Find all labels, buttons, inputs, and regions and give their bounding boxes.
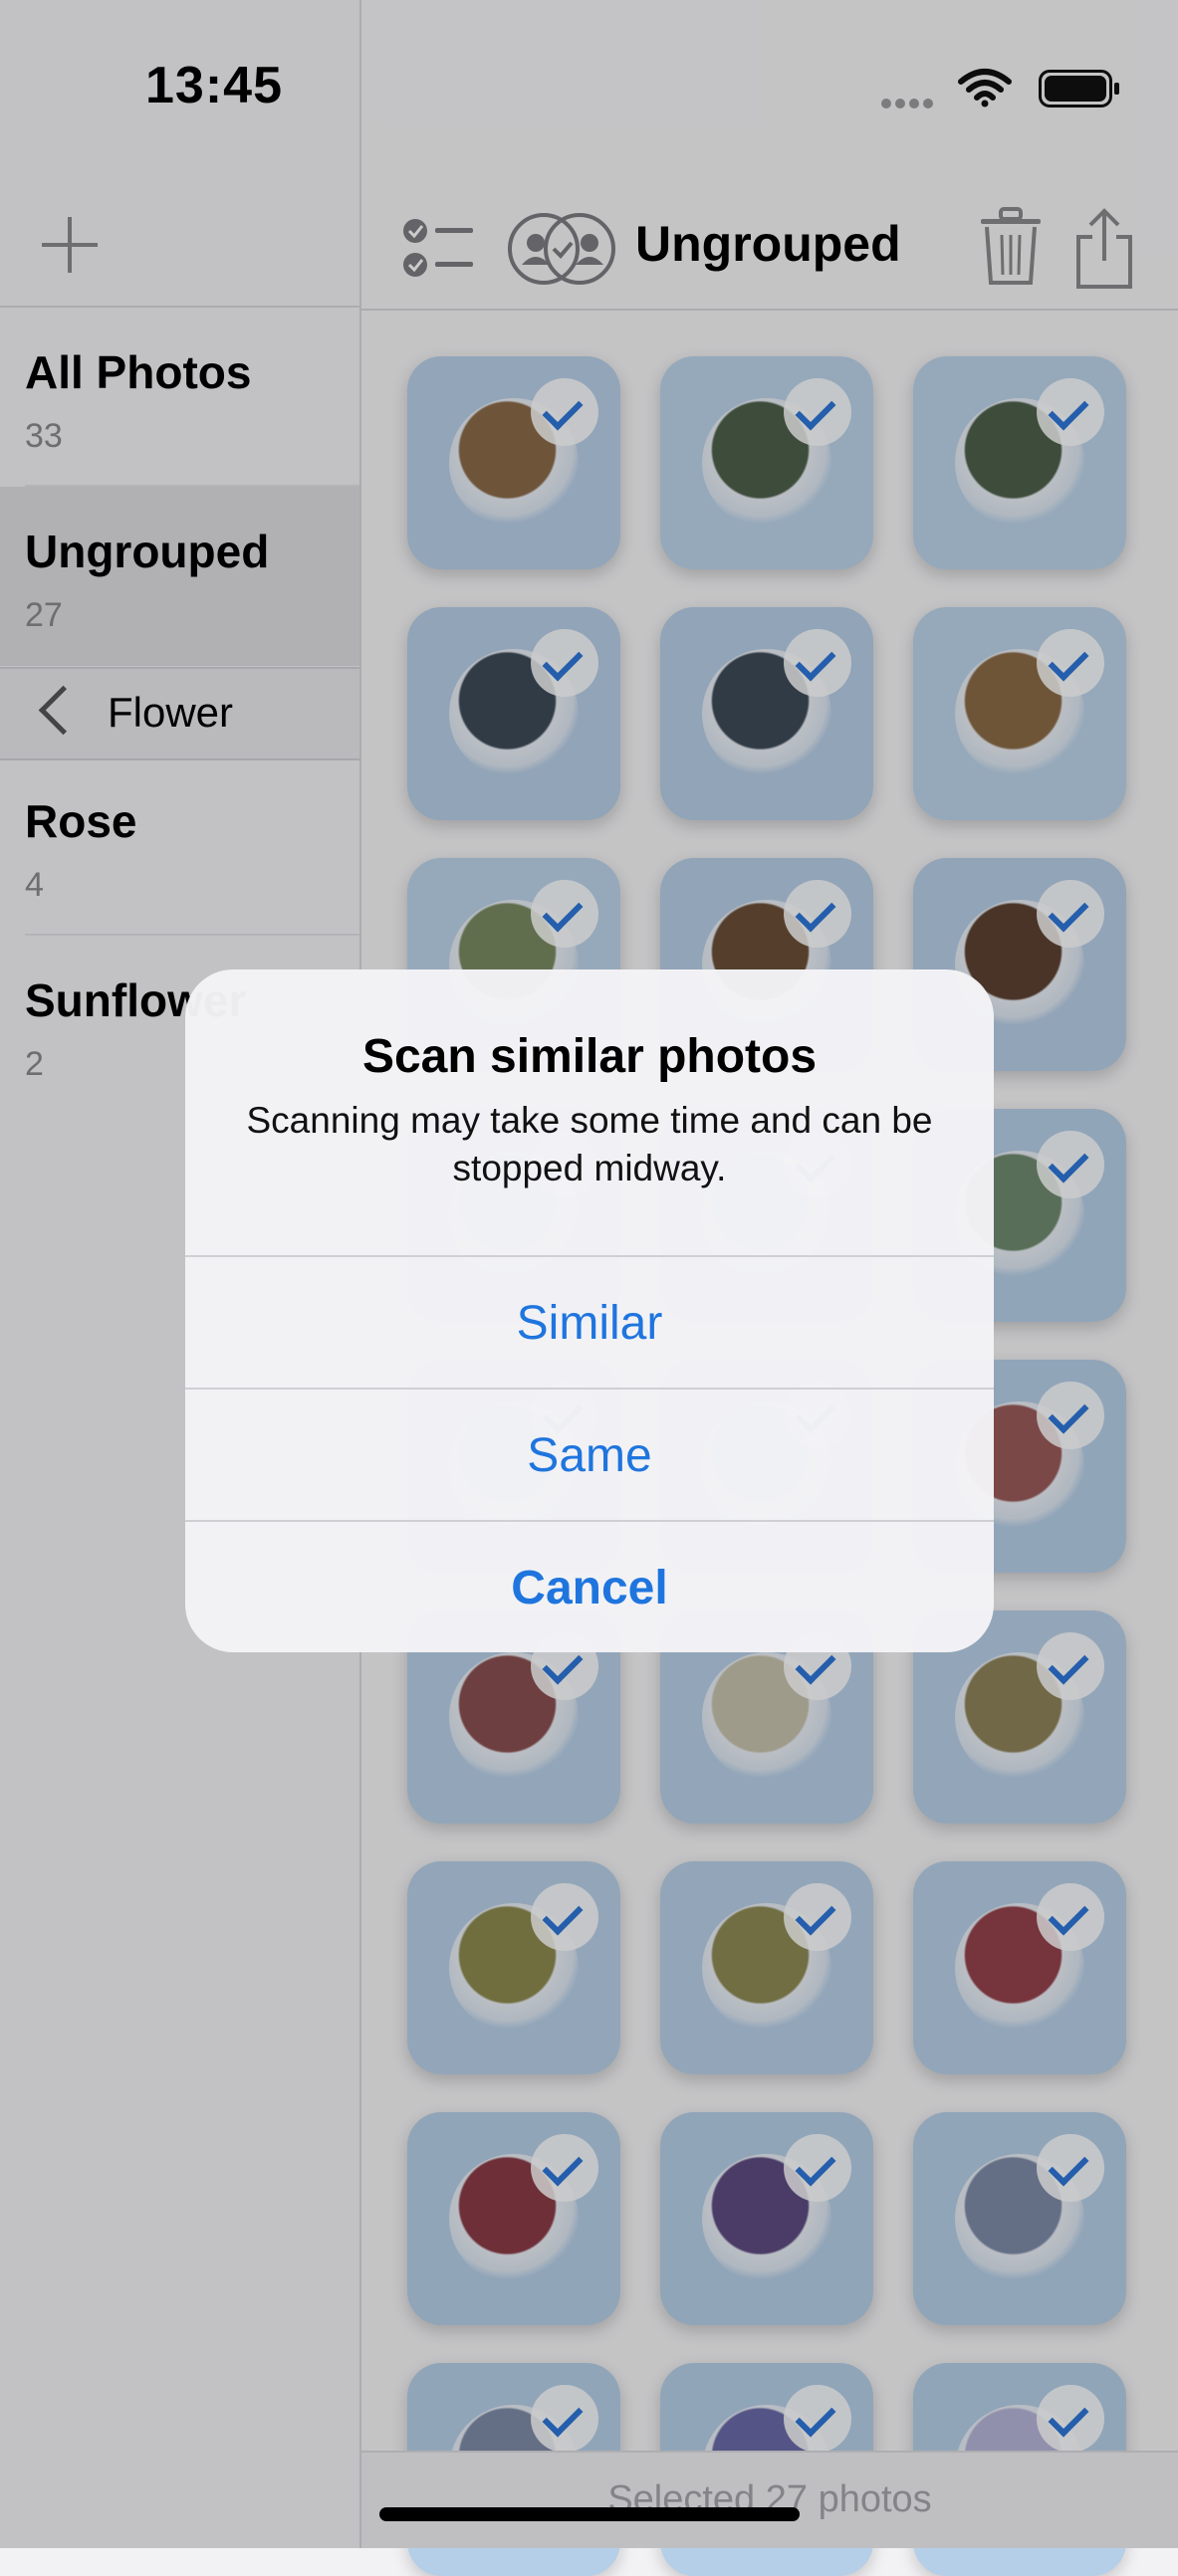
alert-message: Scanning may take some time and can be s… <box>246 1100 933 1188</box>
alert-title: Scan similar photos <box>361 1030 818 1083</box>
similar-button[interactable]: Similar <box>185 1255 994 1390</box>
scan-alert: Scan similar photos Scanning may take so… <box>185 969 994 1652</box>
home-indicator <box>379 2507 800 2521</box>
same-button[interactable]: Same <box>185 1388 994 1522</box>
cancel-button[interactable]: Cancel <box>185 1520 994 1652</box>
